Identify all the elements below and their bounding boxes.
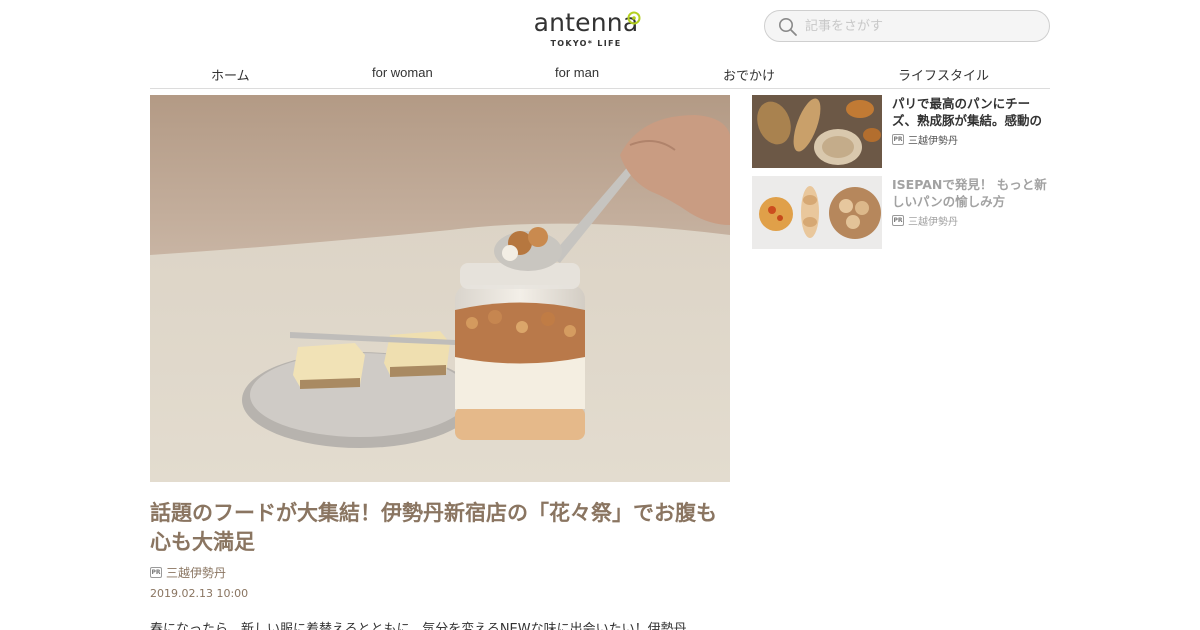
nav-item-home[interactable]: ホーム (211, 65, 250, 84)
card-title[interactable]: パリで最高のパンにチーズ、熟成豚が集結。感動の (892, 95, 1050, 129)
flower-icon (627, 11, 641, 25)
sponsor-name: 三越伊勢丹 (908, 136, 958, 147)
sidebar-card[interactable]: ISEPANで発見！ もっと新しいパンの愉しみ方 PR 三越伊勢丹 (752, 176, 1050, 250)
sponsor-name: 三越伊勢丹 (166, 565, 227, 580)
card-title[interactable]: ISEPANで発見！ もっと新しいパンの愉しみ方 (892, 176, 1050, 210)
article-excerpt: 春になったら、新しい服に着替えるとともに、気分を変えるNEWな味に出会いたい！伊… (150, 622, 687, 630)
search-icon[interactable] (778, 17, 798, 37)
pr-badge: PR (150, 566, 162, 578)
article-title[interactable]: 話題のフードが大集結！伊勢丹新宿店の「花々祭」でお腹も心も大満足 (150, 499, 730, 557)
site-logo[interactable]: antenna TOKYO* LIFE (528, 8, 644, 54)
card-thumbnail[interactable] (752, 176, 882, 249)
page: antenna TOKYO* LIFE ホーム for woman for ma… (0, 0, 1200, 630)
pr-badge: PR (892, 215, 904, 226)
nav-item-odekake[interactable]: おでかけ (723, 65, 775, 84)
card-sponsor: PR 三越伊勢丹 (892, 132, 958, 147)
nav-item-for-man[interactable]: for man (555, 65, 599, 80)
pr-badge: PR (892, 134, 904, 145)
logo-tagline: TOKYO* LIFE (550, 39, 622, 48)
hero-image[interactable] (150, 95, 730, 482)
main-nav: ホーム for woman for man おでかけ ライフスタイル (150, 62, 1050, 89)
nav-item-for-woman[interactable]: for woman (372, 65, 433, 80)
search-box[interactable] (764, 10, 1050, 42)
card-sponsor: PR 三越伊勢丹 (892, 213, 958, 228)
hero-illustration (150, 95, 730, 482)
search-input[interactable] (805, 16, 1035, 36)
article-sponsor: PR 三越伊勢丹 (150, 564, 226, 580)
card-thumbnail[interactable] (752, 95, 882, 168)
nav-item-lifestyle[interactable]: ライフスタイル (898, 65, 989, 84)
bread-image (752, 95, 882, 168)
article-date: 2019.02.13 10:00 (150, 587, 249, 600)
sponsor-name: 三越伊勢丹 (908, 217, 958, 228)
bread-image (752, 176, 882, 249)
sidebar-card[interactable]: パリで最高のパンにチーズ、熟成豚が集結。感動の PR 三越伊勢丹 (752, 95, 1050, 169)
